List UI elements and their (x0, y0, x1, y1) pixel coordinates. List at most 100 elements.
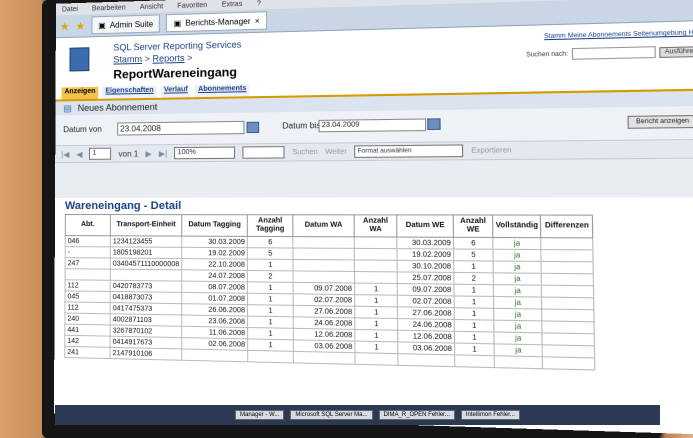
favorites-star-icon[interactable]: ★ (60, 20, 70, 33)
tab-eigenschaften[interactable]: Eigenschaften (102, 85, 157, 99)
table-cell (542, 356, 596, 370)
first-page-icon[interactable]: |◀ (61, 150, 69, 159)
menu-item[interactable]: ? (257, 0, 261, 7)
calendar-icon[interactable] (246, 121, 260, 134)
date-from-input[interactable]: 23.04.2008 (117, 120, 245, 136)
table-cell: 1 (247, 293, 294, 306)
table-cell: 09.07.2008 (293, 282, 355, 295)
table-cell: ja (493, 249, 542, 262)
column-header: Anzahl WE (453, 214, 493, 238)
report-body: Wareneingang - Detail Abt. Transport-Ein… (53, 197, 693, 436)
next-page-icon[interactable]: ▶ (145, 149, 151, 158)
previous-page-icon[interactable]: ◀ (76, 149, 82, 158)
search-button[interactable]: Ausführen (658, 45, 693, 58)
table-cell: 046 (65, 235, 111, 247)
find-input[interactable] (242, 146, 285, 159)
taskbar-item[interactable]: Manager - W... (235, 410, 285, 420)
taskbar-item[interactable]: Intellimon Fehler... (460, 410, 520, 420)
subscription-icon: ▤ (63, 102, 72, 113)
taskbar-item[interactable]: DIMA_R_OPEN Fehler... (378, 410, 455, 420)
breadcrumb-reports-link[interactable]: Reports (152, 53, 184, 64)
table-cell (110, 269, 182, 282)
table-cell: 112 (64, 301, 111, 314)
tab-abonnements[interactable]: Abonnements (194, 84, 250, 98)
table-cell: 19.02.2009 (181, 247, 248, 260)
column-header: Datum WA (292, 214, 355, 237)
menu-item[interactable]: Datei (62, 5, 78, 12)
header-links[interactable]: Stamm Meine Abonnements Seitenumgebung H… (544, 30, 693, 40)
breadcrumb-home-link[interactable]: Stamm (113, 54, 142, 65)
table-cell: 30.03.2009 (397, 237, 454, 249)
next-link[interactable]: Weiter (325, 148, 347, 155)
table-cell: 1 (354, 294, 398, 307)
menu-item[interactable]: Extras (222, 0, 243, 8)
tab-berichts-manager[interactable]: ▣ Berichts-Manager × (166, 11, 268, 33)
table-cell (355, 352, 399, 366)
table-cell: 2 (247, 270, 294, 283)
table-cell (541, 285, 595, 298)
breadcrumb: Stamm > Reports > (113, 52, 193, 65)
table-cell: 19.02.2009 (397, 248, 454, 261)
tab-label: Berichts-Manager (185, 16, 251, 28)
table-cell: 1 (247, 316, 294, 329)
table-cell: 02.07.2008 (397, 295, 455, 308)
find-link[interactable]: Suchen (292, 148, 317, 155)
add-favorite-icon[interactable]: ★ (75, 19, 85, 32)
table-cell: 1 (454, 319, 495, 332)
menu-item[interactable]: Ansicht (140, 3, 163, 11)
table-cell (293, 248, 355, 260)
table-cell (354, 248, 398, 261)
table-cell: 09.07.2008 (397, 283, 455, 296)
table-header-row: Abt. Transport-Einheit Datum Tagging Anz… (65, 214, 594, 238)
date-from-label: Datum von (63, 124, 102, 135)
table-cell (542, 309, 595, 322)
report-table: Abt. Transport-Einheit Datum Tagging Anz… (64, 214, 596, 371)
view-report-button[interactable]: Bericht anzeigen (627, 114, 693, 129)
table-cell: ja (493, 320, 543, 333)
date-to-input[interactable]: 23.04.2009 (318, 118, 427, 133)
tab-admin-suite[interactable]: ▣ Admin Suite (91, 14, 161, 35)
table-cell: 24.07.2008 (181, 269, 248, 282)
column-header: Datum WE (396, 214, 454, 238)
table-cell (454, 354, 495, 368)
table-cell: 1234123455 (110, 235, 182, 248)
export-link[interactable]: Exportieren (471, 147, 511, 155)
table-cell: 1 (354, 306, 398, 319)
table-cell (354, 271, 398, 284)
table-cell (494, 355, 543, 369)
table-cell (293, 236, 355, 249)
table-body: 046 1234123455 30.03.2009 6 30.03.2009 6 ja -18… (64, 235, 596, 370)
table-cell: 241 (64, 346, 111, 359)
date-to-label: Datum bis (282, 120, 321, 131)
table-cell: 1 (247, 281, 294, 294)
tab-anzeigen[interactable]: Anzeigen (61, 86, 99, 100)
tab-verlauf[interactable]: Verlauf (160, 85, 191, 98)
taskbar: Manager - W... Microsoft SQL Server Ma..… (55, 405, 660, 425)
new-subscription-link[interactable]: Neues Abonnement (78, 102, 158, 113)
table-cell (541, 297, 595, 310)
table-cell: 2147910106 (110, 347, 182, 361)
table-cell: ja (493, 272, 542, 286)
table-cell: 2 (453, 272, 494, 285)
table-cell: 1 (454, 343, 495, 356)
close-tab-icon[interactable]: × (255, 16, 260, 25)
zoom-select[interactable]: 100% (174, 146, 236, 160)
column-header: Datum Tagging (181, 214, 248, 237)
menu-item[interactable]: Bearbeiten (92, 4, 126, 12)
table-cell (541, 237, 594, 250)
table-cell: 27.06.2008 (293, 305, 355, 318)
table-cell: 1 (247, 338, 294, 352)
format-select[interactable]: Format auswählen (354, 144, 464, 158)
menu-item[interactable]: Favoriten (177, 1, 207, 9)
page-number-input[interactable]: 1 (89, 147, 112, 160)
table-cell: 240 (64, 313, 111, 325)
last-page-icon[interactable]: ▶| (159, 149, 167, 158)
table-cell: 5 (453, 248, 494, 262)
table-cell: 22.10.2008 (181, 258, 248, 271)
search-input[interactable] (571, 46, 656, 60)
search-area: Suchen nach: Ausführen (526, 45, 693, 61)
table-cell: ja (493, 261, 542, 274)
calendar-icon[interactable] (427, 118, 441, 131)
taskbar-item[interactable]: Microsoft SQL Server Ma... (290, 410, 373, 420)
table-cell (293, 351, 356, 365)
